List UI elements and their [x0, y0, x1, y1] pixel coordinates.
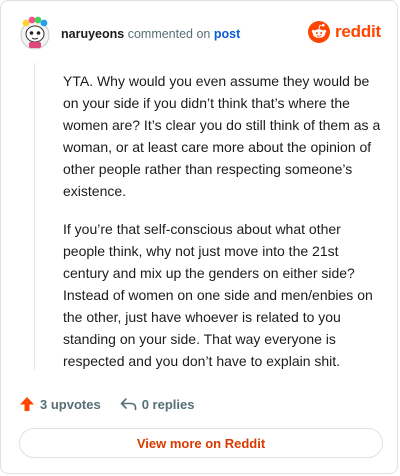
- reddit-wordmark: reddit: [334, 22, 381, 41]
- replies-button[interactable]: 0 replies: [120, 396, 195, 412]
- comment-paragraph: If you’re that self-conscious about what…: [63, 221, 373, 369]
- reddit-logo-icon: [307, 21, 330, 43]
- comment-meta: naruyeons commented on post: [61, 26, 240, 42]
- username-link[interactable]: naruyeons: [61, 27, 124, 41]
- comment-actions: 3 upvotes 0 replies: [19, 393, 213, 415]
- comment-header: naruyeons commented on post reddit: [19, 15, 381, 51]
- upvote-count: 3 upvotes: [40, 396, 101, 412]
- thread-line: [34, 63, 35, 370]
- upvote-button[interactable]: 3 upvotes: [19, 396, 101, 412]
- post-link[interactable]: post: [214, 27, 240, 41]
- comment-embed-card: naruyeons commented on post reddit YTA. …: [0, 0, 398, 474]
- avatar-icon[interactable]: [19, 15, 51, 51]
- comment-body: YTA. Why would you even assume they woul…: [63, 70, 381, 388]
- action-text: commented on: [127, 27, 211, 41]
- comment-paragraph: YTA. Why would you even assume they woul…: [63, 73, 381, 199]
- view-more-button[interactable]: View more on Reddit: [19, 428, 383, 458]
- reply-arrow-icon: [120, 398, 136, 411]
- upvote-arrow-icon: [20, 397, 34, 411]
- reddit-logo[interactable]: reddit: [307, 21, 381, 43]
- replies-count: 0 replies: [141, 396, 195, 412]
